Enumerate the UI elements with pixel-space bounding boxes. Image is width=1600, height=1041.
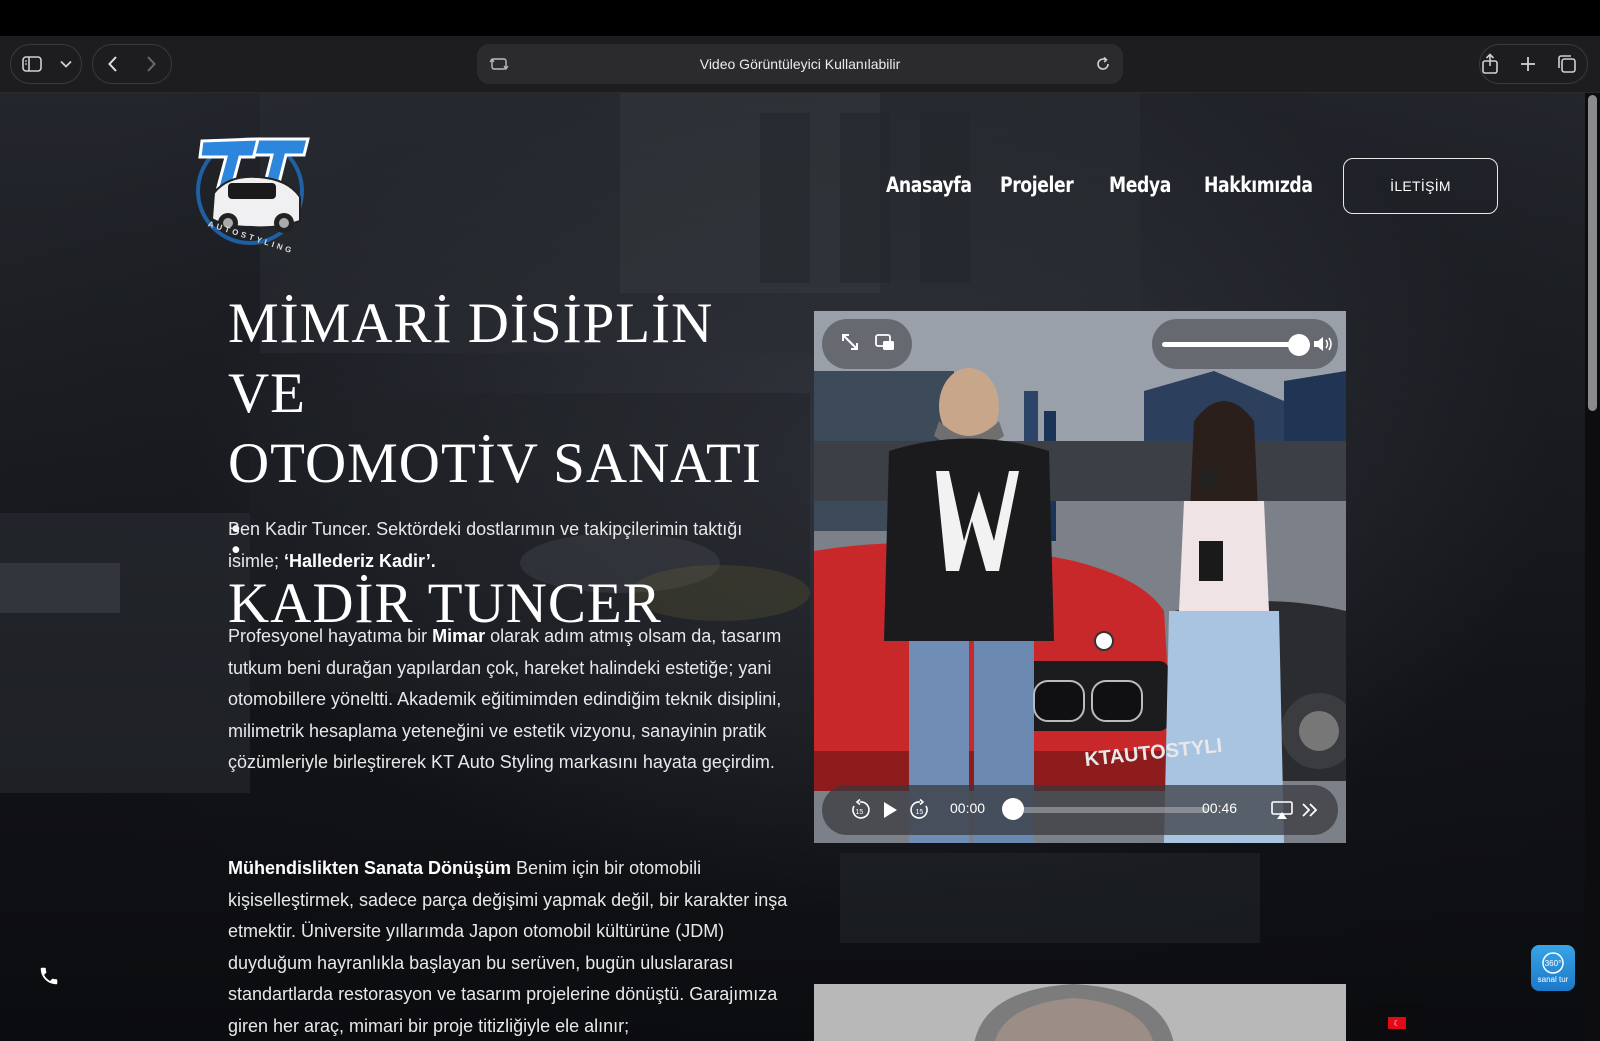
architect-text: Mimar — [432, 626, 486, 646]
portrait-image — [814, 984, 1346, 1041]
nav-projects[interactable]: Projeler — [1000, 173, 1074, 197]
chevron-down-icon[interactable] — [53, 45, 79, 83]
turkey-flag-icon: ☾ — [1388, 1017, 1406, 1029]
tabs-overview-icon[interactable] — [1553, 50, 1581, 78]
new-tab-icon[interactable] — [1514, 50, 1542, 78]
current-time: 00:00 — [950, 800, 986, 816]
browser-toolbar: Video Görüntüleyici Kullanılabilir — [0, 36, 1600, 93]
webpage: AUTOSTYLING Anasayfa Projeler Medya Hakk… — [0, 93, 1585, 1041]
hero-title-line-1: MİMARİ DİSİPLİN VE — [228, 292, 714, 425]
screen-top-band — [0, 0, 1600, 36]
kt-logo-mark — [196, 137, 310, 245]
nav-home[interactable]: Anasayfa — [886, 173, 972, 197]
history-nav-group — [92, 44, 172, 84]
progress-bar[interactable] — [1008, 807, 1208, 813]
nav-media[interactable]: Medya — [1109, 173, 1171, 197]
site-logo[interactable] — [188, 131, 316, 249]
hero-title: MİMARİ DİSİPLİN VE OTOMOTİV SANATI : KAD… — [228, 289, 788, 639]
phone-icon — [40, 967, 58, 985]
volume-slider-track[interactable] — [1162, 342, 1302, 347]
volume-control[interactable] — [1152, 319, 1338, 369]
nav-about[interactable]: Hakkımızda — [1204, 173, 1313, 197]
reload-icon[interactable] — [1093, 54, 1113, 74]
svg-text:15: 15 — [856, 809, 864, 816]
video-player[interactable]: KTAUTOSTYLI 15 15 00:00 00:46 — [814, 311, 1346, 843]
skip-forward-15-icon[interactable]: 15 — [908, 798, 932, 822]
nickname-text: ‘Hallederiz Kadir’. — [284, 550, 436, 571]
language-selector[interactable]: ☾ — [1370, 1004, 1424, 1041]
phone-call-button[interactable] — [26, 953, 72, 999]
forward-icon[interactable] — [133, 45, 169, 83]
transformation-heading: Mühendislikten Sanata Dönüşüm — [228, 858, 512, 878]
skip-back-15-icon[interactable]: 15 — [848, 798, 872, 822]
svg-text:15: 15 — [916, 809, 924, 816]
virtual-tour-label: sanal tur — [1537, 975, 1569, 984]
play-icon[interactable] — [878, 798, 902, 822]
video-frame: KTAUTOSTYLI — [814, 311, 1346, 843]
back-icon[interactable] — [93, 45, 133, 83]
video-control-bar: 15 15 00:00 00:46 — [822, 785, 1338, 835]
progress-knob[interactable] — [1002, 798, 1024, 820]
portrait-scene — [814, 984, 1346, 1041]
fullscreen-icon[interactable] — [840, 332, 860, 357]
address-text: Video Görüntüleyici Kullanılabilir — [699, 56, 901, 72]
transformation-paragraph: Mühendislikten Sanata Dönüşüm Benim için… — [228, 853, 788, 1041]
video-top-left-controls — [822, 319, 912, 369]
more-options-icon[interactable] — [1298, 798, 1322, 822]
tour-badge: 360° — [1545, 959, 1562, 968]
intro-paragraph: Ben Kadir Tuncer. Sektördeki dostlarımın… — [228, 514, 788, 577]
career-text-post: olarak adım atmış olsam da, tasarım tutk… — [228, 626, 782, 772]
contact-button[interactable]: İLETİŞİM — [1343, 158, 1498, 214]
career-text-pre: Profesyonel hayatıma bir — [228, 626, 433, 646]
page-scrollbar[interactable] — [1585, 93, 1600, 1041]
scrollbar-thumb[interactable] — [1588, 95, 1597, 411]
sidebar-toggle-group[interactable] — [10, 44, 82, 84]
airplay-icon[interactable] — [1270, 798, 1294, 822]
career-paragraph: Profesyonel hayatıma bir Mimar olarak ad… — [228, 621, 788, 779]
address-bar[interactable]: Video Görüntüleyici Kullanılabilir — [477, 44, 1123, 84]
share-icon[interactable] — [1476, 50, 1504, 78]
360-icon: 360° — [1542, 952, 1564, 974]
virtual-tour-button[interactable]: 360° sanal tur — [1531, 945, 1575, 991]
transformation-text: Benim için bir otomobili kişiselleştirme… — [228, 858, 788, 1036]
reader-icon[interactable] — [489, 54, 509, 74]
sidebar-icon[interactable] — [11, 45, 53, 83]
volume-slider-knob[interactable] — [1288, 334, 1310, 356]
picture-in-picture-icon[interactable] — [874, 333, 895, 356]
duration-time: 00:46 — [1202, 800, 1238, 816]
speaker-icon[interactable] — [1312, 334, 1334, 359]
